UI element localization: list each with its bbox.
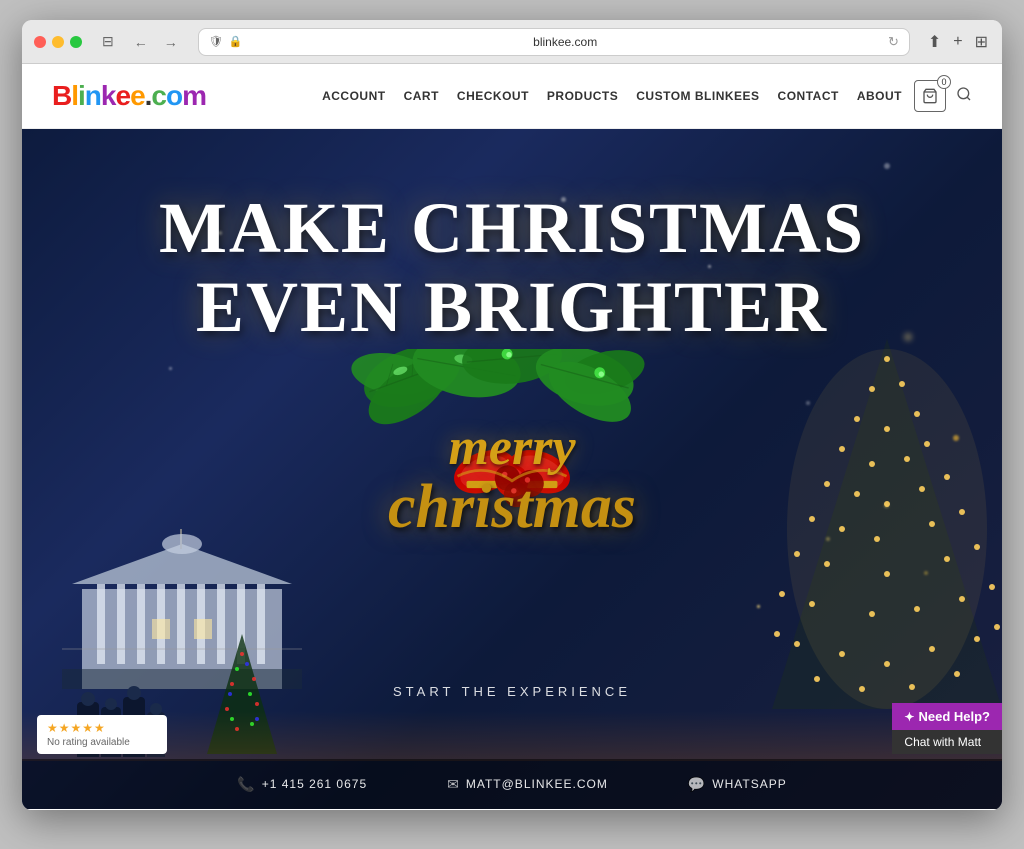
rating-text: No rating available (47, 737, 157, 748)
help-widget[interactable]: ✦ Need Help? Chat with Matt (892, 703, 1002, 754)
security-icon: 🛡 (209, 35, 223, 48)
phone-number: +1 415 261 0675 (262, 777, 367, 791)
window-controls: ⊟ (98, 31, 118, 52)
hero-section: MAKE CHRISTMAS EVEN BRIGHTER (22, 129, 1002, 809)
new-tab-button[interactable]: + (951, 31, 964, 53)
browser-window: ⊟ ← → 🛡 🔒 blinkee.com ↻ ⬆ + ⊞ Blinkee.co… (22, 20, 1002, 810)
chat-bar[interactable]: Chat with Matt (892, 730, 1002, 754)
ground-lights (22, 711, 1002, 761)
site-logo[interactable]: Blinkee.com (52, 80, 206, 112)
reload-icon[interactable]: ↻ (888, 34, 899, 50)
lock-icon: 🔒 (229, 35, 243, 48)
cta-text[interactable]: START THE EXPERIENCE (393, 684, 631, 699)
merry-christmas-text: merry christmas (388, 419, 636, 538)
traffic-lights (34, 36, 82, 48)
help-label: Need Help? (918, 709, 990, 724)
hero-footer-bar: 📞 +1 415 261 0675 ✉ MATT@BLINKEE.COM 💬 W… (22, 759, 1002, 809)
hero-headline: MAKE CHRISTMAS EVEN BRIGHTER (22, 189, 1002, 347)
site-navigation: Blinkee.com ACCOUNT CART CHECKOUT PRODUC… (22, 64, 1002, 129)
merry-text: merry (388, 419, 636, 476)
rating-badge: ★★★★★ No rating available (37, 715, 167, 754)
whatsapp-contact[interactable]: 💬 WHATSAPP (688, 776, 787, 793)
nav-item-custom-blinkees[interactable]: CUSTOM BLINKEES (636, 87, 759, 105)
grid-button[interactable]: ⊞ (973, 30, 990, 54)
address-bar[interactable]: 🛡 🔒 blinkee.com ↻ (198, 28, 910, 56)
phone-contact[interactable]: 📞 +1 415 261 0675 (237, 776, 367, 793)
browser-titlebar: ⊟ ← → 🛡 🔒 blinkee.com ↻ ⬆ + ⊞ (22, 20, 1002, 64)
headline-line2: EVEN BRIGHTER (22, 268, 1002, 347)
help-star-icon: ✦ (904, 710, 914, 724)
headline-line1: MAKE CHRISTMAS (22, 189, 1002, 268)
chat-label: Chat with Matt (904, 735, 981, 749)
phone-icon: 📞 (237, 776, 255, 793)
christmas-text: christmas (388, 476, 636, 538)
nav-item-cart[interactable]: CART (404, 87, 439, 105)
back-button[interactable]: ← (130, 32, 152, 52)
help-button[interactable]: ✦ Need Help? (892, 703, 1002, 730)
nav-item-about[interactable]: ABOUT (857, 87, 902, 105)
nav-item-checkout[interactable]: CHECKOUT (457, 87, 529, 105)
minimize-button[interactable] (52, 36, 64, 48)
website-content: Blinkee.com ACCOUNT CART CHECKOUT PRODUC… (22, 64, 1002, 810)
whatsapp-icon: 💬 (688, 776, 706, 793)
share-button[interactable]: ⬆ (926, 30, 943, 54)
search-icon[interactable] (956, 86, 972, 107)
email-address: MATT@BLINKEE.COM (466, 777, 608, 791)
cart-count: 0 (937, 75, 951, 89)
toolbar-right: ⬆ + ⊞ (926, 30, 990, 54)
sidebar-toggle-button[interactable]: ⊟ (98, 31, 118, 52)
christmas-tree (762, 329, 1002, 729)
nav-links: ACCOUNT CART CHECKOUT PRODUCTS CUSTOM BL… (322, 87, 902, 105)
star-rating: ★★★★★ (47, 721, 157, 735)
cart-icon[interactable]: 0 (914, 80, 946, 112)
email-icon: ✉ (447, 776, 460, 793)
forward-button[interactable]: → (160, 32, 182, 52)
nav-item-account[interactable]: ACCOUNT (322, 87, 386, 105)
url-display: blinkee.com (248, 35, 882, 49)
maximize-button[interactable] (70, 36, 82, 48)
email-contact[interactable]: ✉ MATT@BLINKEE.COM (447, 776, 608, 793)
whatsapp-label: WHATSAPP (712, 777, 786, 791)
nav-item-contact[interactable]: CONTACT (778, 87, 839, 105)
close-button[interactable] (34, 36, 46, 48)
nav-item-products[interactable]: PRODUCTS (547, 87, 618, 105)
